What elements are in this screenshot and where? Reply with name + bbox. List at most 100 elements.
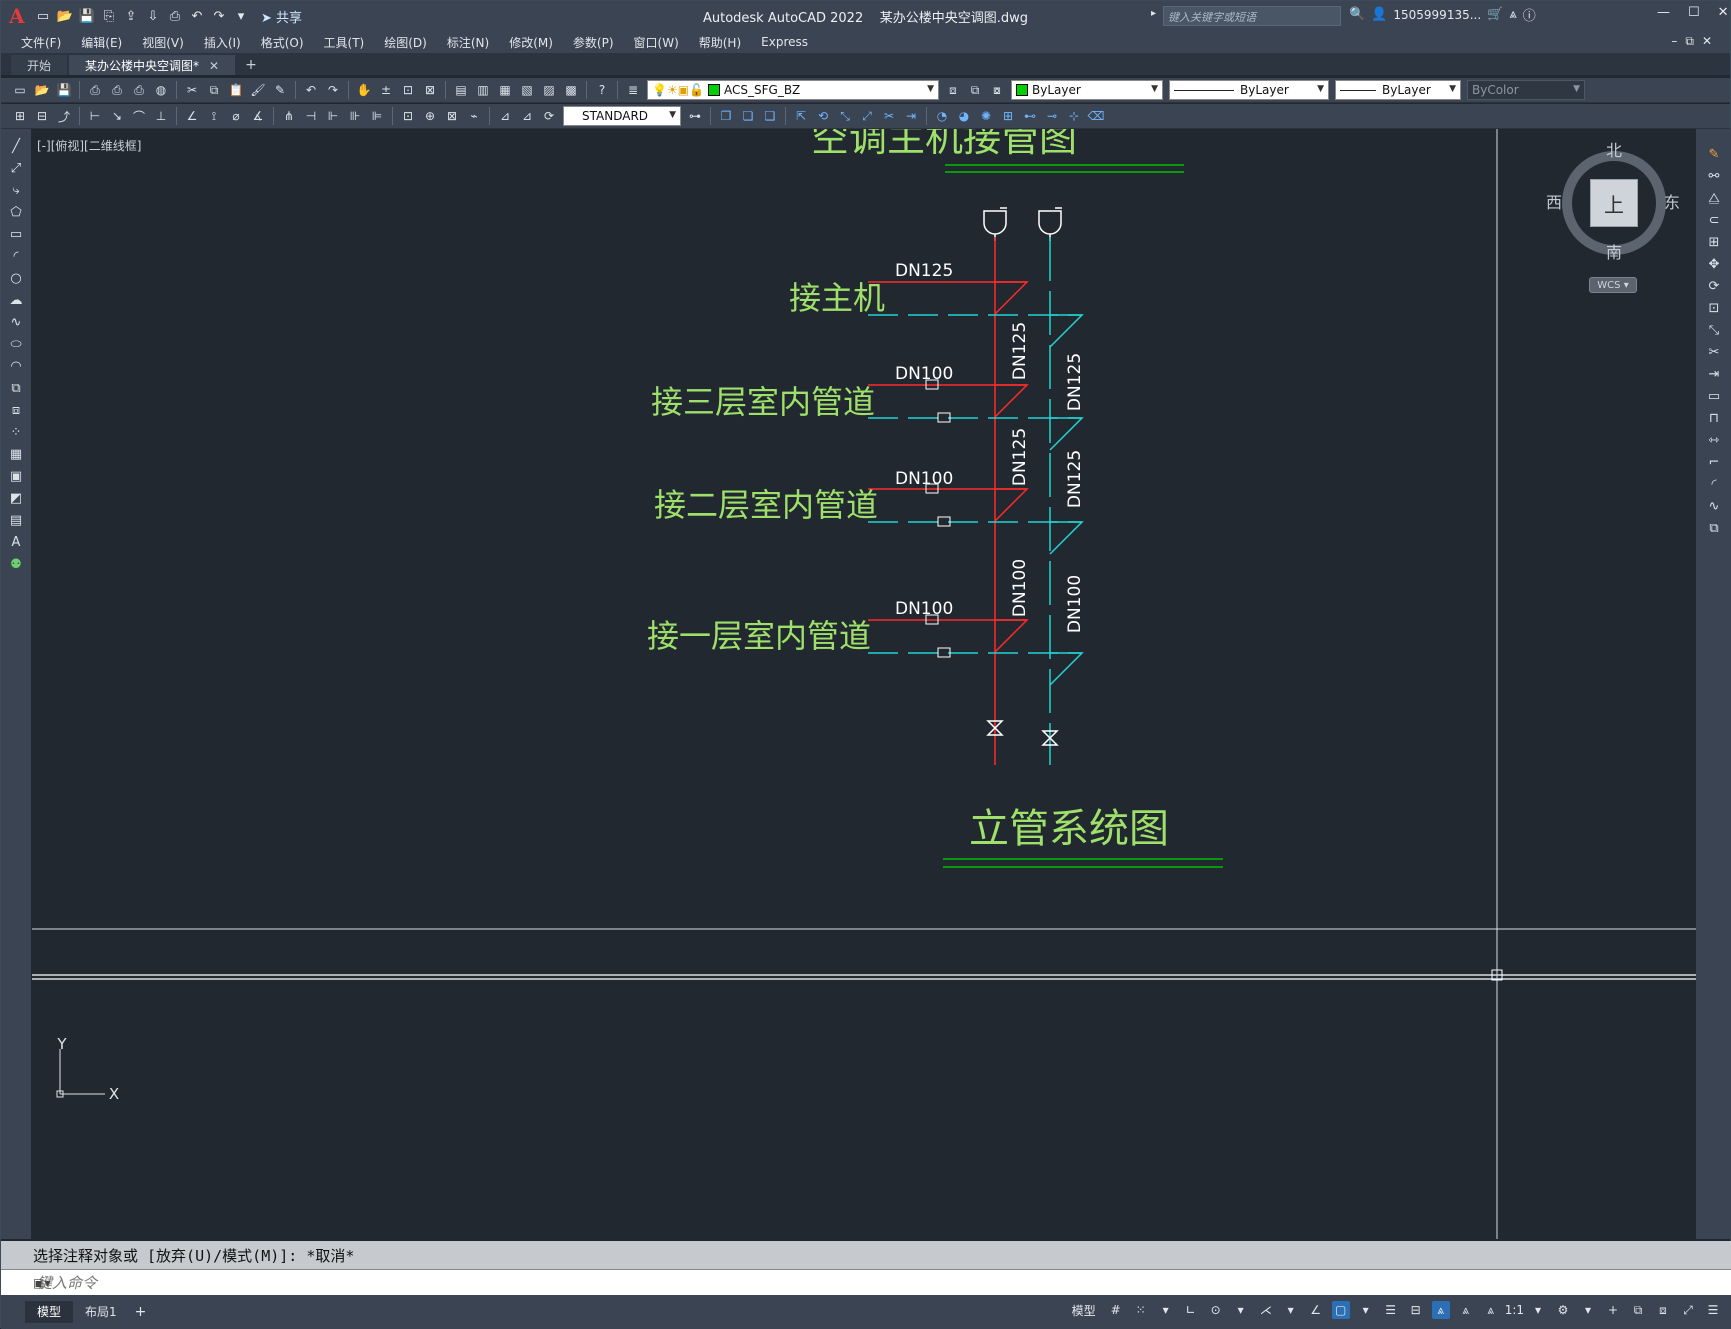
chevron-down-icon[interactable]: ▾: [1232, 1301, 1250, 1319]
zoom-window-icon[interactable]: ⊡: [399, 81, 417, 99]
dimension-update-icon[interactable]: ⟳: [540, 107, 558, 125]
layer-state-icon[interactable]: ⧇: [988, 81, 1006, 99]
quick-dimension-icon[interactable]: ⊞: [11, 107, 29, 125]
object-snap-icon[interactable]: ▢: [1331, 1301, 1350, 1319]
dim-style-icon[interactable]: ⊶: [686, 107, 704, 125]
table-icon[interactable]: ▤: [7, 511, 25, 529]
redo-icon[interactable]: ↷: [324, 81, 342, 99]
menu-express[interactable]: Express: [761, 35, 808, 49]
clean-screen-icon[interactable]: ⤢: [1679, 1301, 1697, 1319]
tab-document[interactable]: 某办公楼中央空调图* ✕: [69, 55, 236, 75]
trim-icon[interactable]: ✂: [1705, 343, 1723, 361]
chamfer-icon[interactable]: ◕: [955, 107, 973, 125]
copy-icon[interactable]: ⚯: [1705, 167, 1723, 185]
save-icon[interactable]: 💾: [77, 6, 97, 26]
command-prompt-icon[interactable]: ▣▾: [33, 1276, 50, 1290]
match-properties-icon[interactable]: 🖌: [249, 81, 267, 99]
ordinate-icon[interactable]: ⊥: [152, 107, 170, 125]
menu-draw[interactable]: 绘图(D): [384, 34, 427, 51]
quick-properties-icon[interactable]: ⧈: [1654, 1301, 1672, 1319]
linear-dimension-icon[interactable]: ⊢: [86, 107, 104, 125]
wcs-menu-button[interactable]: WCS ▾: [1589, 277, 1637, 293]
linetype-dropdown[interactable]: ByLayer ▼: [1169, 80, 1329, 100]
jogged-icon[interactable]: ⟟: [205, 107, 223, 125]
menu-help[interactable]: 帮助(H): [699, 34, 741, 51]
add-selected-icon[interactable]: ⚉: [7, 555, 25, 573]
ellipse-icon[interactable]: ⬭: [7, 335, 25, 353]
angular-icon[interactable]: ∡: [249, 107, 267, 125]
snap-icon[interactable]: ⁙: [1132, 1301, 1150, 1319]
break-icon[interactable]: ⊫: [368, 107, 386, 125]
insert-block-icon[interactable]: ⧉: [7, 379, 25, 397]
menu-insert[interactable]: 插入(I): [204, 34, 241, 51]
viewcube-south[interactable]: 南: [1606, 239, 1622, 263]
menu-window[interactable]: 窗口(W): [634, 34, 679, 51]
menu-dimension[interactable]: 标注(N): [447, 34, 489, 51]
offset-icon[interactable]: ❑: [761, 107, 779, 125]
viewcube-face-top[interactable]: 上: [1590, 179, 1638, 227]
continue-icon[interactable]: ⊩: [324, 107, 342, 125]
plot-preview-icon[interactable]: ⎙: [108, 81, 126, 99]
erase-icon[interactable]: ✎: [1705, 145, 1723, 163]
copy-objects-icon[interactable]: ❐: [717, 107, 735, 125]
break-at-point-icon[interactable]: ⊸: [1043, 107, 1061, 125]
join-icon[interactable]: ⇿: [1705, 431, 1723, 449]
search-icon[interactable]: 🔍: [1349, 7, 1365, 22]
help-icon[interactable]: ⓘ: [1523, 5, 1536, 24]
transparency-icon[interactable]: ⊟: [1407, 1301, 1425, 1319]
layout-tab-1[interactable]: 布局1: [73, 1301, 129, 1323]
viewcube-north[interactable]: 北: [1606, 137, 1622, 161]
menu-parametric[interactable]: 参数(P): [573, 34, 614, 51]
ellipse-arc-icon[interactable]: ◠: [7, 357, 25, 375]
doc-window-controls[interactable]: –⧉✕: [1671, 34, 1720, 49]
tab-start[interactable]: 开始: [11, 55, 68, 75]
arc-icon[interactable]: ◜: [7, 247, 25, 265]
arc-length-icon[interactable]: ⌒: [130, 107, 148, 125]
extend-icon[interactable]: ⇥: [902, 107, 920, 125]
dimension-edit-icon[interactable]: ⊿: [496, 107, 514, 125]
array-icon[interactable]: ⊞: [999, 107, 1017, 125]
stretch-icon[interactable]: ⤢: [858, 107, 876, 125]
new-tab-button[interactable]: +: [245, 57, 257, 73]
edit-polyline-icon[interactable]: ⊹: [1065, 107, 1083, 125]
model-space-toggle[interactable]: 模型: [1072, 1302, 1096, 1319]
save-icon[interactable]: 💾: [55, 81, 73, 99]
customize-qat-icon[interactable]: ▾: [231, 6, 251, 26]
multiline-text-icon[interactable]: A: [7, 533, 25, 551]
layout-tab-model[interactable]: 模型: [25, 1301, 74, 1323]
markup-icon[interactable]: ▨: [540, 81, 558, 99]
zoom-previous-icon[interactable]: ⊠: [421, 81, 439, 99]
explode-icon[interactable]: ✺: [977, 107, 995, 125]
quick-dim-icon[interactable]: ⋔: [280, 107, 298, 125]
aligned-dimension-icon[interactable]: ↘: [108, 107, 126, 125]
viewcube[interactable]: 上 北 南 西 东: [1546, 141, 1680, 263]
move-icon[interactable]: ⇱: [792, 107, 810, 125]
lineweight-dropdown[interactable]: ByLayer ▼: [1335, 80, 1461, 100]
cart-icon[interactable]: 🛒: [1487, 7, 1503, 22]
center-mark-icon[interactable]: ⊕: [421, 107, 439, 125]
blend-curves-icon[interactable]: ∿: [1705, 497, 1723, 515]
region-icon[interactable]: ◩: [7, 489, 25, 507]
diameter-icon[interactable]: ⌀: [227, 107, 245, 125]
new-icon[interactable]: ▭: [11, 81, 29, 99]
line-icon[interactable]: ╱: [7, 137, 25, 155]
drawing-canvas[interactable]: [-][俯视][二维线框] 空调主机接管图 接主机 接三层室内管道 接二层室内管…: [32, 129, 1696, 1239]
chevron-down-icon[interactable]: ▾: [1357, 1301, 1375, 1319]
cut-icon[interactable]: ✂: [183, 81, 201, 99]
expand-search-icon[interactable]: ▸: [1151, 8, 1156, 19]
array-icon[interactable]: ⊞: [1705, 233, 1723, 251]
tab-close-icon[interactable]: ✕: [209, 59, 219, 73]
add-layout-button[interactable]: +: [135, 1304, 147, 1320]
menu-tools[interactable]: 工具(T): [324, 34, 365, 51]
explode-icon[interactable]: ⧉: [1705, 519, 1723, 537]
publish-icon[interactable]: ⎙: [130, 81, 148, 99]
text-style-dropdown[interactable]: STANDARD ▼: [563, 106, 681, 126]
gradient-icon[interactable]: ▣: [7, 467, 25, 485]
construction-line-icon[interactable]: ⤢: [7, 159, 25, 177]
undo-icon[interactable]: ↶: [187, 6, 207, 26]
open-icon[interactable]: 📂: [55, 6, 75, 26]
erase-icon[interactable]: ⌫: [1087, 107, 1105, 125]
user-icon[interactable]: 👤: [1371, 7, 1387, 22]
inspect-icon[interactable]: ⊠: [443, 107, 461, 125]
undo-icon[interactable]: ↶: [302, 81, 320, 99]
